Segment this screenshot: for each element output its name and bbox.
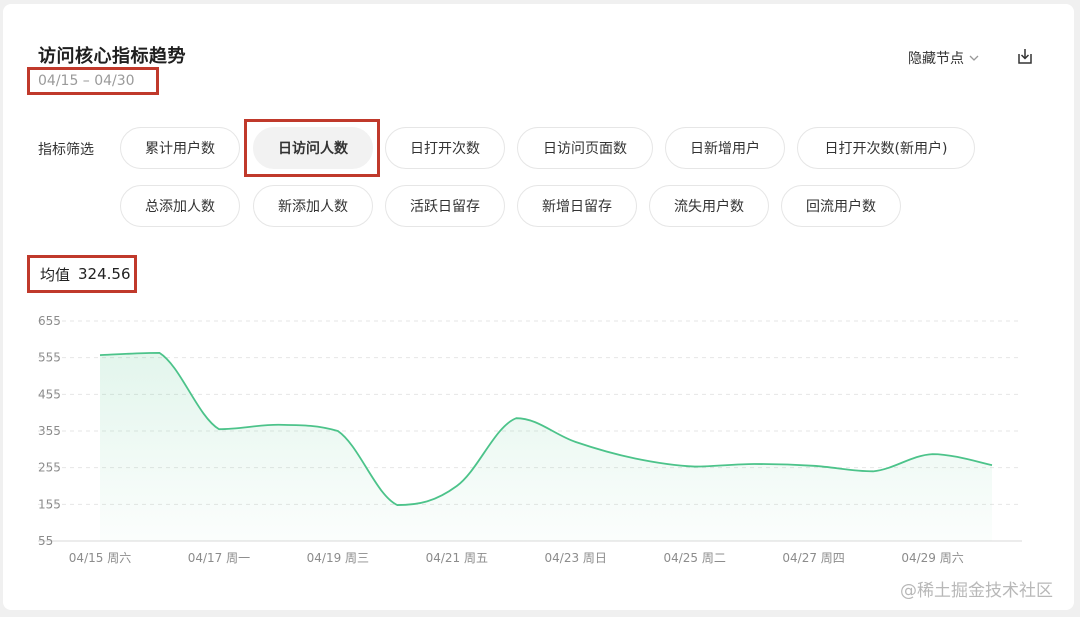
area-fill	[100, 352, 992, 541]
data-point[interactable]	[930, 451, 936, 457]
y-tick-label: 255	[38, 461, 61, 475]
y-tick-label: 355	[38, 424, 61, 438]
data-point[interactable]	[751, 461, 757, 467]
data-point[interactable]	[275, 422, 281, 428]
data-point[interactable]	[97, 352, 103, 358]
data-point[interactable]	[573, 439, 579, 445]
data-point[interactable]	[513, 415, 519, 421]
data-point[interactable]	[989, 462, 995, 468]
data-point[interactable]	[454, 483, 460, 489]
x-tick-label: 04/19 周三	[307, 551, 369, 565]
data-point[interactable]	[394, 502, 400, 508]
data-point[interactable]	[692, 464, 698, 470]
trend-chart: 55 155 255 355 455 555 655 04/15 周六 04/17 周一 04/…	[38, 314, 1022, 565]
x-tick-label: 04/17 周一	[188, 551, 250, 565]
watermark: @稀土掘金技术社区	[900, 581, 1053, 601]
data-point[interactable]	[811, 463, 817, 469]
data-point[interactable]	[156, 350, 162, 356]
data-point[interactable]	[216, 426, 222, 432]
y-tick-label: 55	[38, 534, 53, 548]
x-tick-label: 04/15 周六	[69, 551, 131, 565]
x-tick-label: 04/29 周六	[901, 551, 963, 565]
x-tick-label: 04/21 周五	[426, 551, 488, 565]
x-tick-label: 04/23 周日	[545, 551, 607, 565]
y-tick-label: 155	[38, 497, 61, 511]
data-point[interactable]	[335, 428, 341, 434]
data-point[interactable]	[870, 468, 876, 474]
y-tick-label: 555	[38, 351, 61, 365]
x-tick-label: 04/25 周二	[663, 551, 725, 565]
data-point[interactable]	[632, 456, 638, 462]
y-tick-label: 455	[38, 387, 61, 401]
y-tick-label: 655	[38, 314, 61, 328]
x-tick-label: 04/27 周四	[782, 551, 844, 565]
